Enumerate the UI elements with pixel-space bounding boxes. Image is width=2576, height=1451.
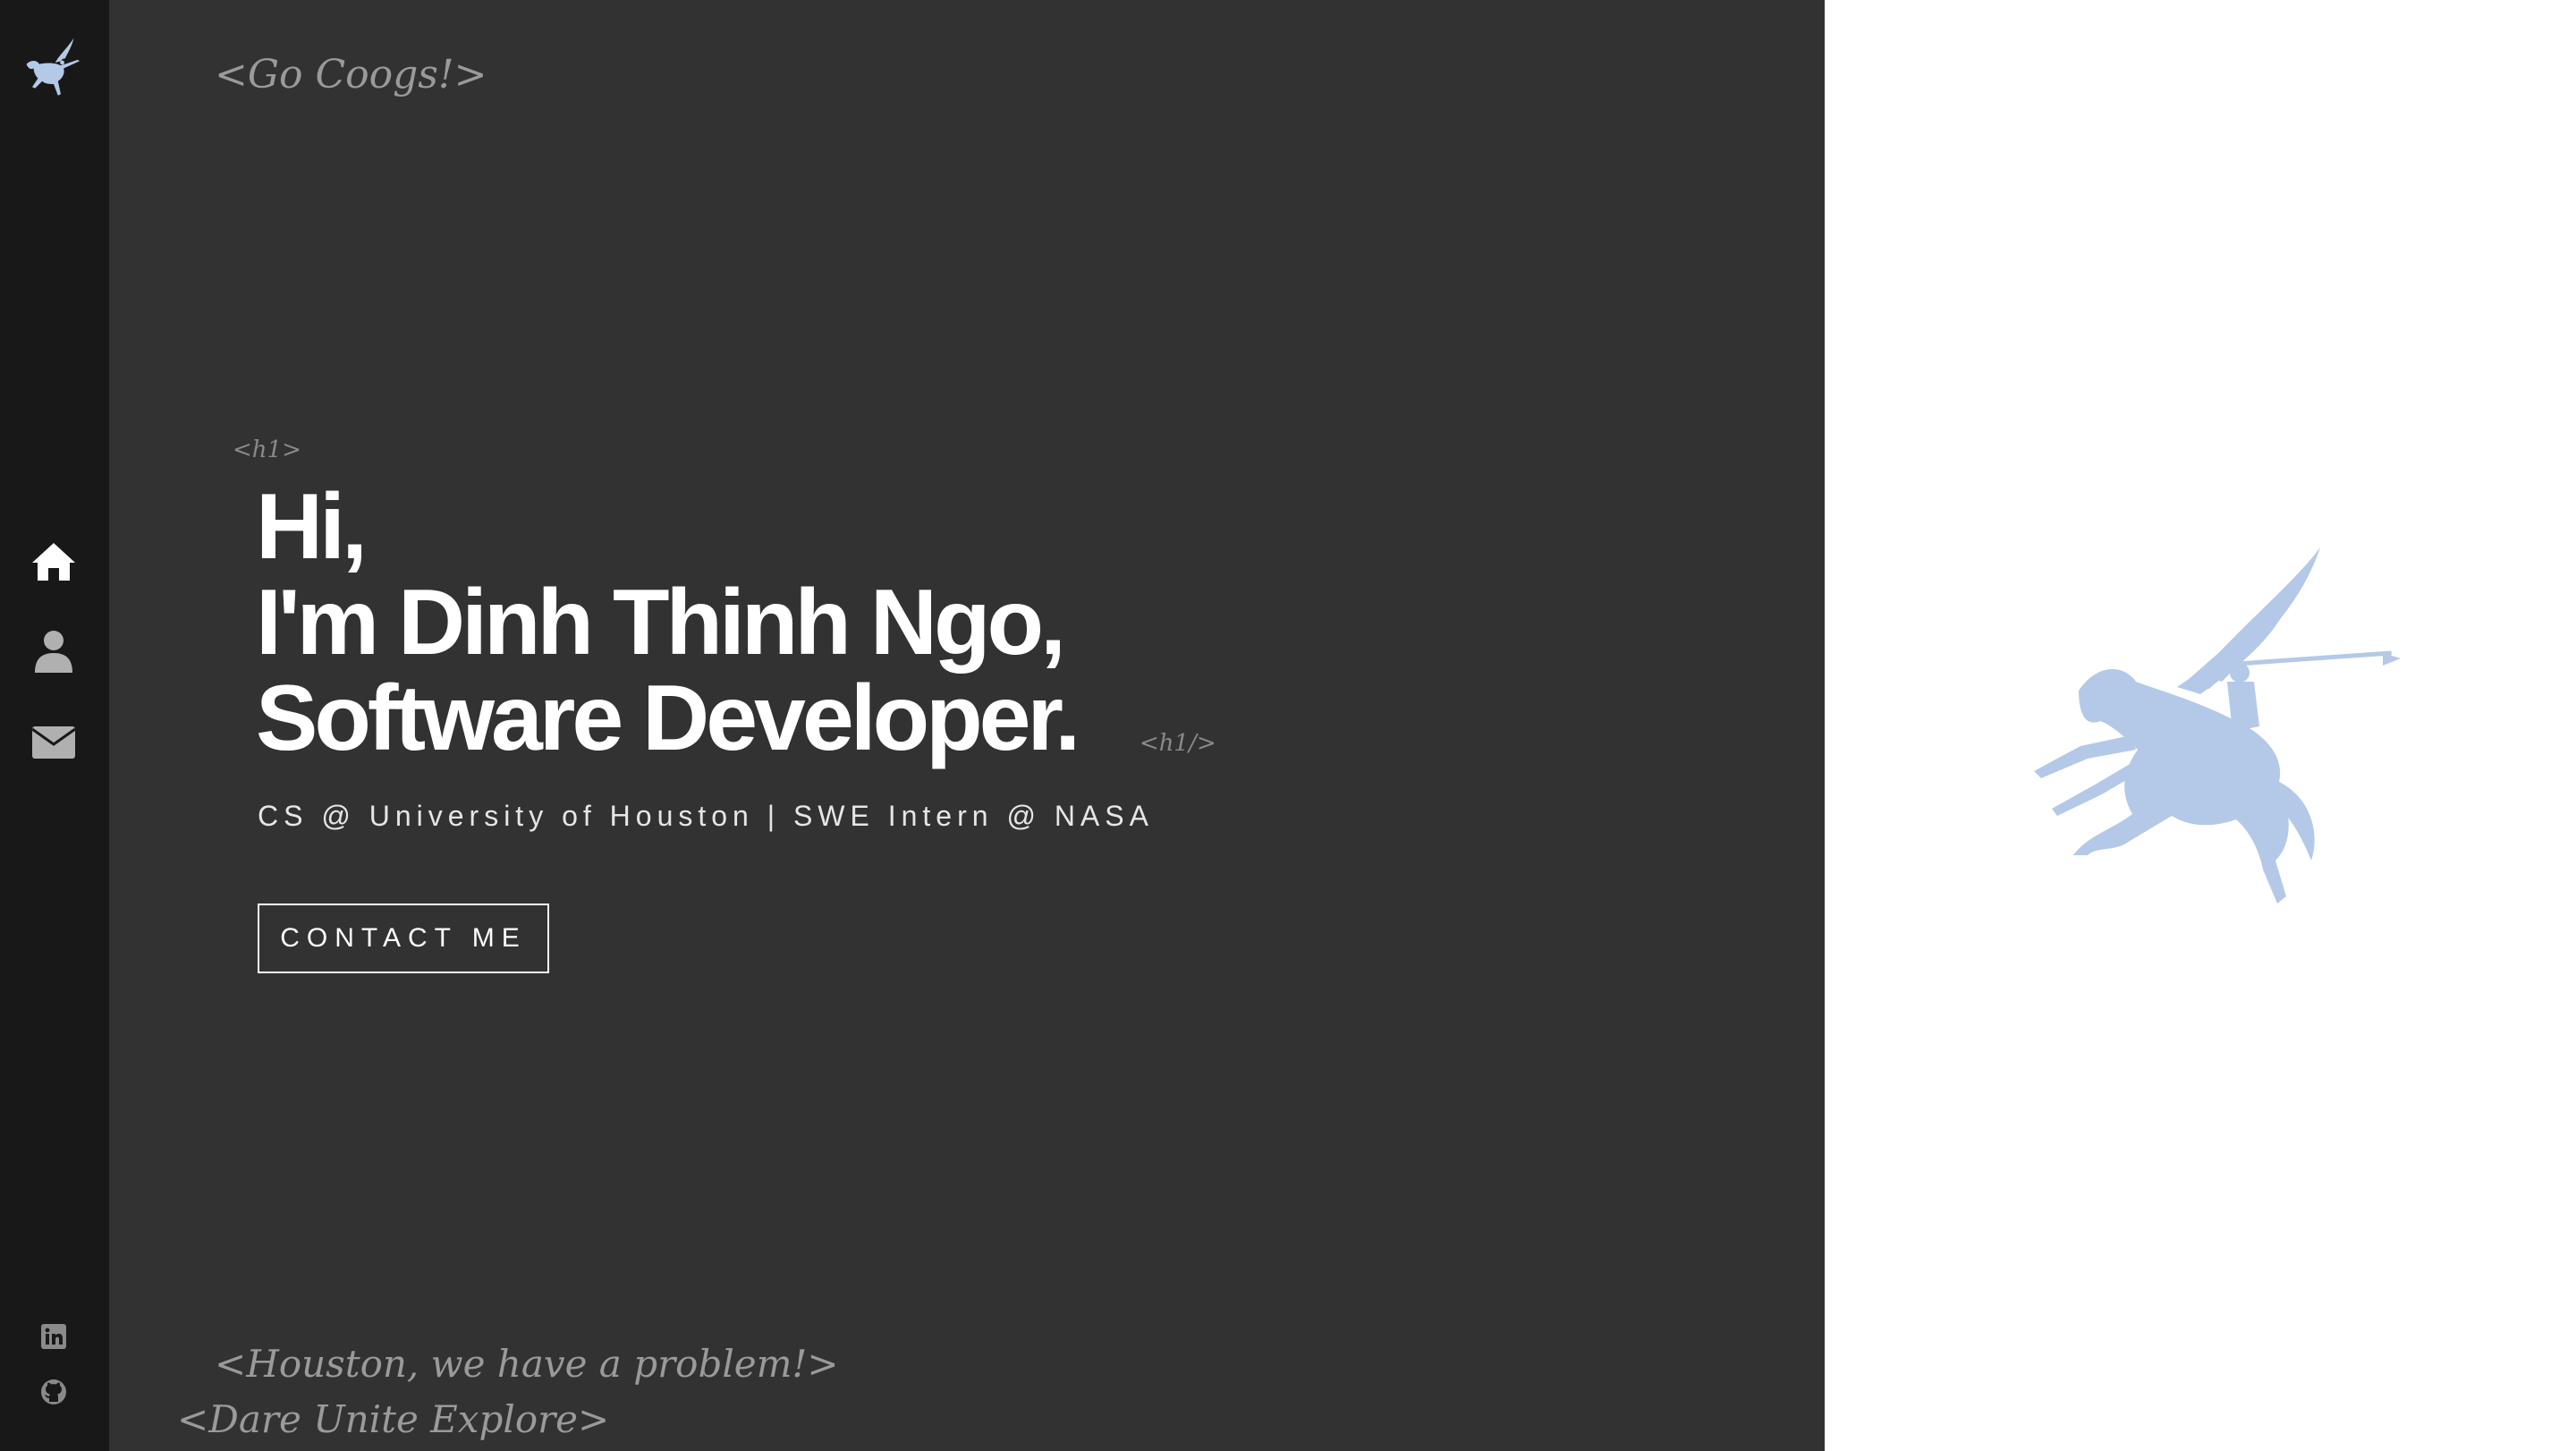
sidebar [0,0,109,1451]
nav-home[interactable] [27,535,80,589]
pegasus-icon[interactable] [18,32,89,107]
houston-tag: <Houston, we have a problem!> [215,1342,839,1386]
nav-contact[interactable] [27,716,80,769]
hero-line-name: I'm Dinh Thinh Ngo, [256,571,1066,675]
motto-tag: <Dare Unite Explore> [177,1397,610,1441]
h1-close-tag: <h1/> [1140,730,1216,757]
linkedin-icon [41,1324,66,1349]
pegasus-icon [2034,547,2401,904]
hero-line-role: Software Developer. [256,666,1080,770]
hero-section: <Go Coogs!> <h1> Hi, I'm Dinh Thinh Ngo,… [109,0,1825,1451]
nav-about[interactable] [27,624,80,678]
h1-open-tag: <h1> [233,437,301,463]
home-icon [32,543,75,581]
linkedin-link[interactable] [39,1322,68,1351]
hero-subtitle: CS @ University of Houston | SWE Intern … [258,800,1154,832]
top-tag: <Go Coogs!> [215,52,487,98]
contact-me-button[interactable]: CONTACT ME [258,904,549,973]
hero-line-greeting: Hi, [256,475,368,579]
envelope-icon [32,726,75,759]
hero-heading: Hi, I'm Dinh Thinh Ngo, Software Develop… [256,475,1080,770]
github-icon [41,1379,66,1404]
github-link[interactable] [39,1378,68,1406]
user-icon [35,631,72,673]
